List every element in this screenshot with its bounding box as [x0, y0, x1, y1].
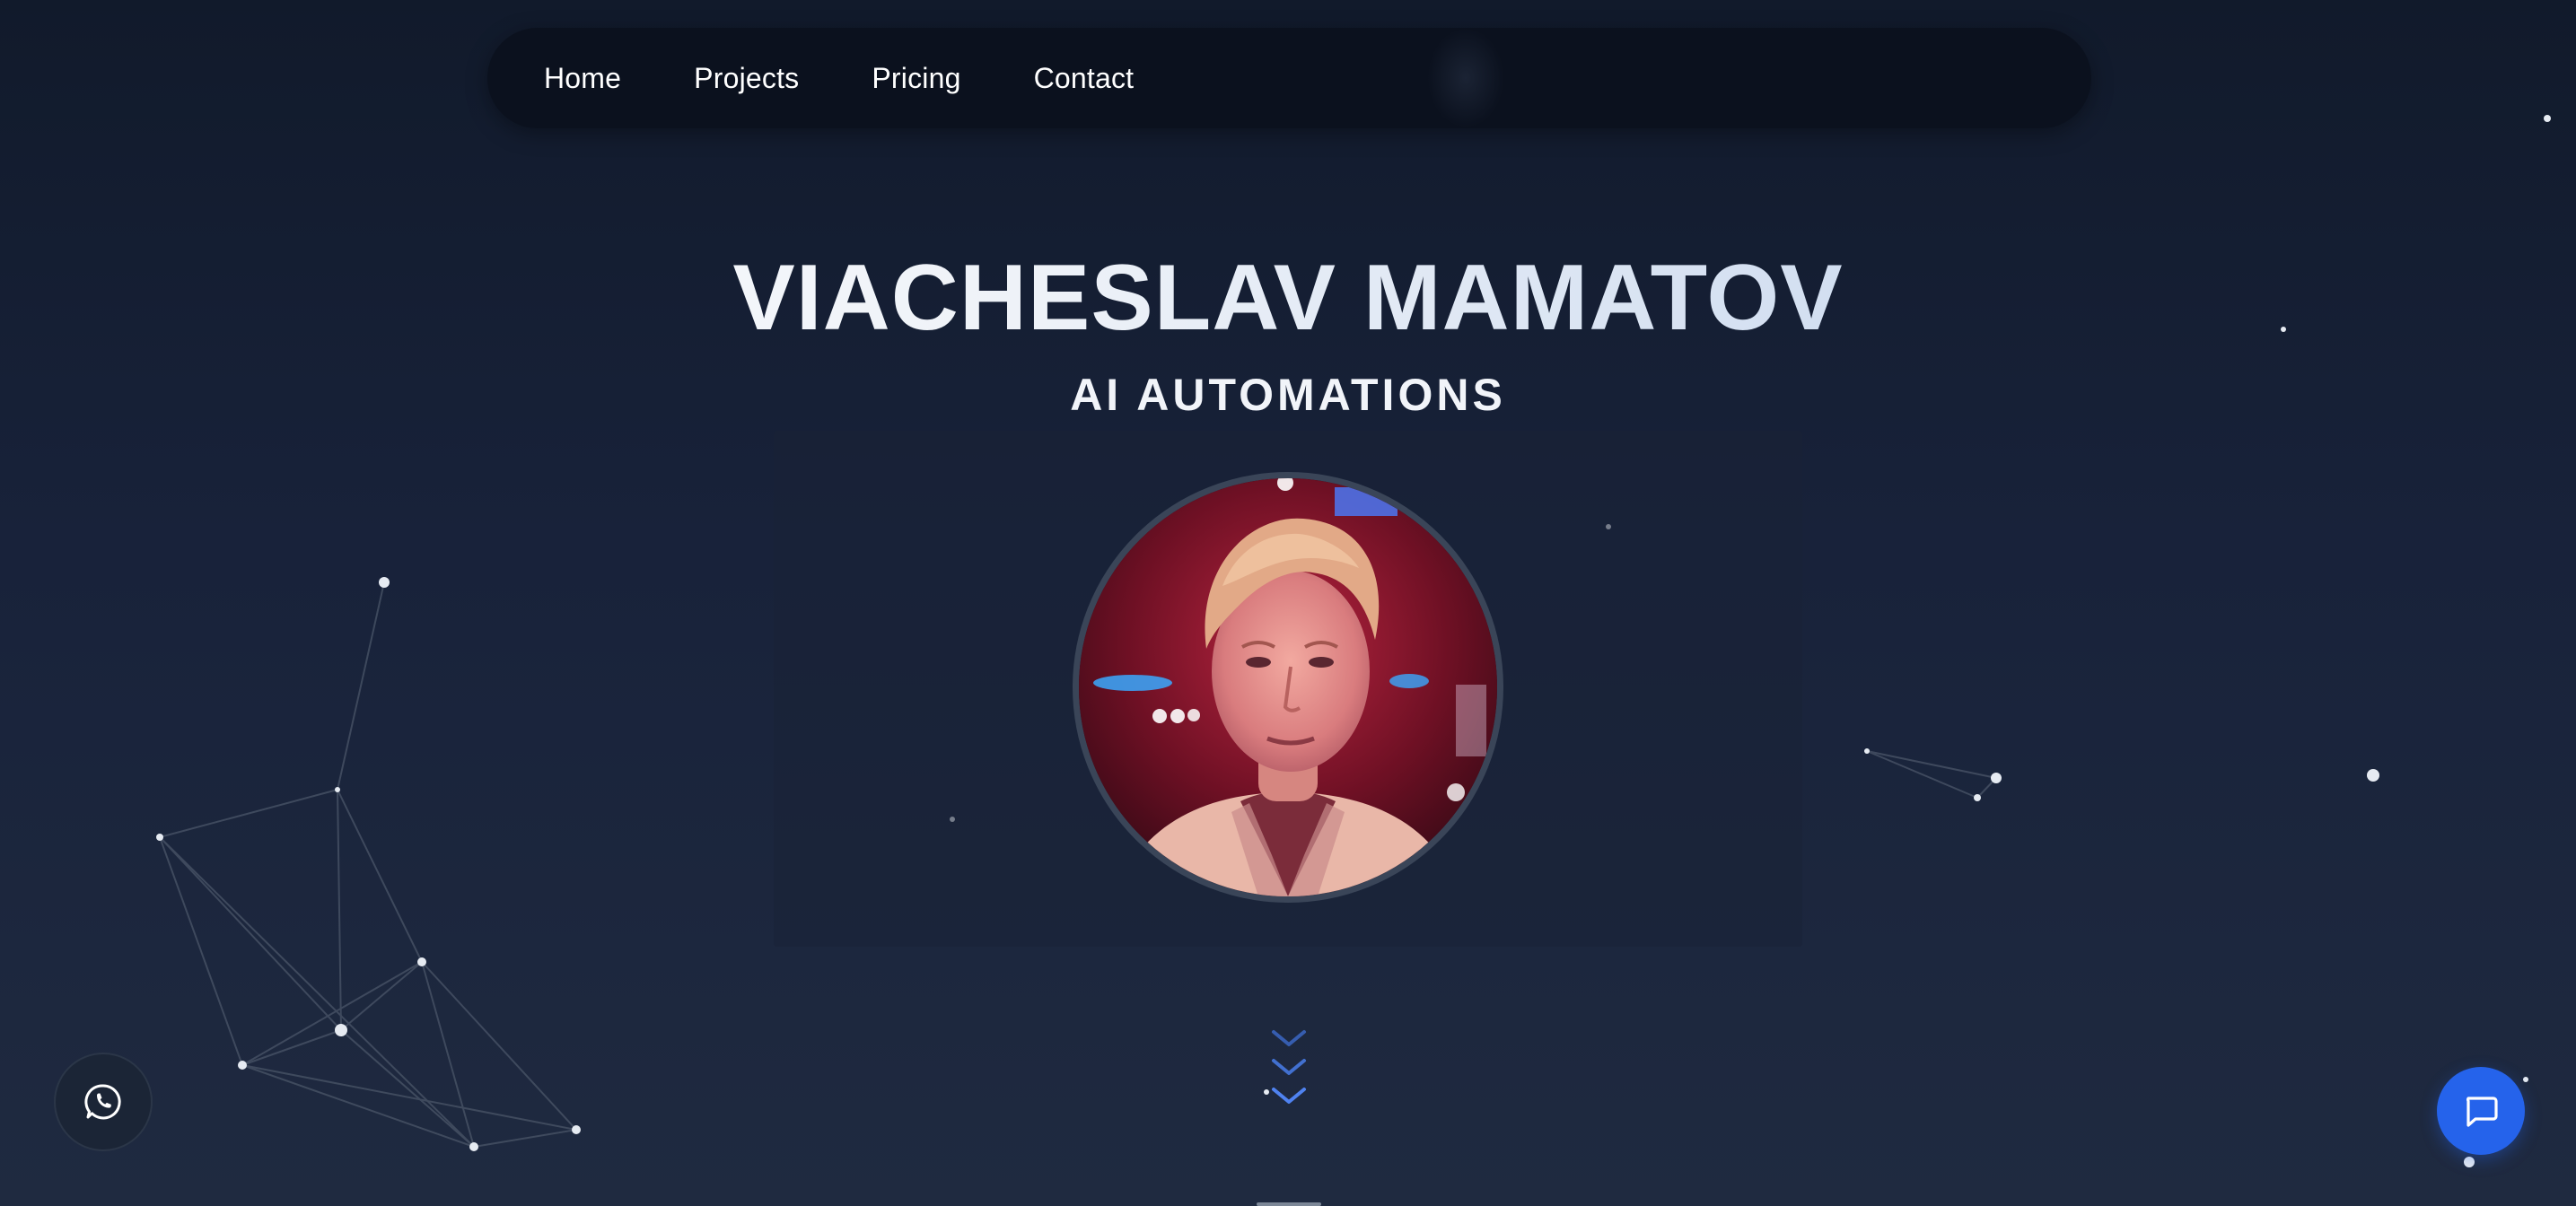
chat-bubble-icon: [2466, 1097, 2498, 1127]
nav-glow-decoration: [1427, 28, 1504, 128]
hero-subtitle: AI AUTOMATIONS: [1070, 370, 1506, 420]
top-navbar: Home Projects Pricing Contact: [487, 28, 2091, 128]
hero-name-heading: VIACHESLAV MAMATOV: [0, 244, 2576, 352]
whatsapp-button[interactable]: [54, 1053, 153, 1151]
chat-button[interactable]: [2437, 1067, 2525, 1155]
bottom-edge-indicator: [1257, 1202, 1321, 1206]
scroll-down-chevrons-icon[interactable]: [1268, 1025, 1310, 1106]
profile-photo-illustration: [1079, 478, 1497, 896]
nav-links: Home Projects Pricing Contact: [544, 28, 1206, 128]
nav-link-home[interactable]: Home: [544, 62, 621, 95]
profile-avatar: [1073, 472, 1503, 903]
whatsapp-icon: [84, 1084, 121, 1120]
nav-link-contact[interactable]: Contact: [1034, 62, 1135, 95]
nav-link-pricing[interactable]: Pricing: [872, 62, 960, 95]
nav-link-projects[interactable]: Projects: [694, 62, 799, 95]
